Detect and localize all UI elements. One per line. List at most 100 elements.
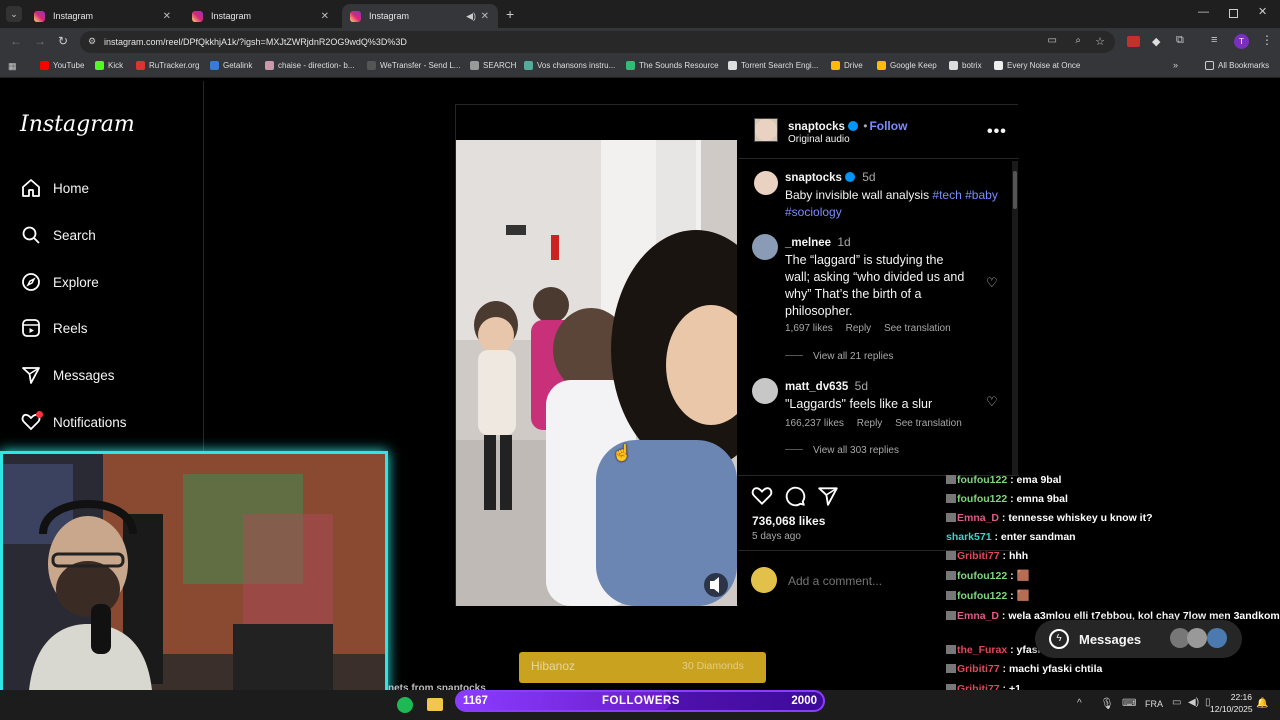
hashtag-link[interactable]: #sociology (785, 205, 842, 219)
chat-username[interactable]: foufou122 (957, 570, 1007, 582)
microphone-icon[interactable]: 🎙 (1100, 697, 1114, 710)
bookmark[interactable]: SEARCH (470, 61, 516, 70)
nav-notifications[interactable]: Notifications (20, 411, 127, 433)
close-window-icon[interactable]: ✕ (1258, 5, 1267, 18)
speaker-icon[interactable]: ◀) (466, 11, 476, 22)
reload-icon[interactable]: ↻ (58, 34, 68, 48)
notification-bell-icon[interactable]: 🔔 (1256, 698, 1268, 709)
bookmark[interactable]: The Sounds Resource (626, 61, 719, 70)
reel-video[interactable] (456, 140, 737, 606)
more-options-icon[interactable]: ••• (987, 123, 1007, 141)
volume-icon[interactable]: ◀) (1188, 697, 1199, 708)
nav-search[interactable]: Search (20, 224, 96, 246)
profile-avatar[interactable]: T (1234, 34, 1249, 49)
browser-tab-active[interactable]: Instagram ◀) ✕ (342, 4, 498, 28)
bookmark[interactable]: Google Keep (877, 61, 937, 70)
chat-username[interactable]: Emna_D (957, 512, 999, 524)
bookmark-star-icon[interactable]: ☆ (1095, 35, 1105, 48)
view-replies[interactable]: View all 303 replies (785, 445, 899, 456)
chat-username[interactable]: shark571 (946, 531, 992, 543)
reply-button[interactable]: Reply (846, 323, 872, 334)
comment-likes[interactable]: 1,697 likes (785, 323, 833, 334)
close-tab-icon[interactable]: ✕ (321, 11, 329, 22)
bookmark[interactable]: Kick (95, 61, 123, 70)
chat-username[interactable]: Gribiti77 (957, 663, 1000, 675)
like-button[interactable] (751, 485, 773, 512)
clock-date[interactable]: 12/10/2025 (1210, 704, 1253, 714)
nav-messages[interactable]: Messages (20, 364, 115, 386)
clock-time[interactable]: 22:16 (1222, 692, 1252, 702)
bookmark[interactable]: Every Noise at Once (994, 61, 1080, 70)
address-bar[interactable]: ⚙ instagram.com/reel/DPfQkkhjA1k/?igsh=M… (80, 31, 1115, 53)
see-translation-button[interactable]: See translation (895, 418, 962, 429)
nav-reels[interactable]: Reels (20, 317, 88, 339)
bookmark[interactable]: Vos chansons instru... (524, 61, 615, 70)
minimize-icon[interactable]: — (1198, 6, 1209, 18)
reply-button[interactable]: Reply (857, 418, 883, 429)
extension-icon[interactable] (1127, 36, 1140, 47)
comment-like-heart-icon[interactable]: ♡ (986, 394, 998, 410)
nav-explore[interactable]: Explore (20, 271, 99, 293)
hashtag-link[interactable]: #baby (965, 188, 998, 202)
close-tab-icon[interactable]: ✕ (163, 11, 171, 22)
bookmark[interactable]: Getalink (210, 61, 252, 70)
original-audio-link[interactable]: Original audio (788, 134, 850, 145)
language-indicator[interactable]: FRA (1145, 699, 1163, 709)
comments-scrollbar[interactable] (1012, 161, 1018, 476)
new-tab-button[interactable]: + (506, 6, 514, 22)
comment-like-heart-icon[interactable]: ♡ (986, 275, 998, 291)
bookmark[interactable]: chaise - direction- b... (265, 61, 354, 70)
reading-list-icon[interactable]: ≡ (1211, 34, 1217, 46)
view-replies[interactable]: View all 21 replies (785, 351, 893, 362)
monitor-icon[interactable]: ▭ (1172, 697, 1181, 708)
more-bookmarks-icon[interactable]: » (1173, 60, 1178, 70)
see-translation-button[interactable]: See translation (884, 323, 951, 334)
cast-icon[interactable]: ▭ (1048, 35, 1057, 46)
chat-username[interactable]: foufou122 (957, 493, 1007, 505)
author-name[interactable]: snaptocks (788, 121, 845, 133)
close-tab-icon[interactable]: ✕ (481, 11, 489, 22)
tray-chevron-icon[interactable]: ^ (1077, 698, 1082, 709)
browser-tab[interactable]: Instagram ✕ (26, 4, 180, 28)
chat-username[interactable]: Emna_D (957, 610, 999, 622)
bookmark[interactable]: WeTransfer - Send L... (367, 61, 460, 70)
nav-home[interactable]: Home (20, 177, 89, 199)
follow-button[interactable]: Follow (869, 119, 907, 133)
keyboard-icon[interactable]: ⌨ (1122, 698, 1136, 709)
comment-button[interactable] (784, 485, 806, 512)
bookmark[interactable]: Drive (831, 61, 863, 70)
author-avatar[interactable] (754, 118, 778, 142)
caption-avatar[interactable] (754, 171, 778, 195)
zoom-icon[interactable]: ⌕ (1075, 35, 1081, 46)
emoji-picker-icon[interactable] (751, 567, 777, 593)
comment-user[interactable]: _melnee (785, 237, 831, 249)
restore-icon[interactable] (1229, 9, 1238, 18)
caption-author[interactable]: snaptocks (785, 172, 842, 184)
commenter-avatar[interactable] (752, 234, 778, 260)
hashtag-link[interactable]: #tech (932, 188, 961, 202)
bookmark[interactable]: botrix (949, 61, 982, 70)
apps-grid-icon[interactable]: ▦ (8, 61, 17, 72)
bookmark[interactable]: RuTracker.org (136, 61, 199, 70)
comment-likes[interactable]: 166,237 likes (785, 418, 844, 429)
all-bookmarks[interactable]: All Bookmarks (1205, 61, 1269, 70)
share-button[interactable] (817, 485, 839, 512)
site-info-icon[interactable]: ⚙ (88, 36, 96, 47)
bookmark[interactable]: Torrent Search Engi... (728, 61, 818, 70)
bookmark[interactable]: YouTube (40, 61, 84, 70)
chat-username[interactable]: foufou122 (957, 590, 1007, 602)
chat-username[interactable]: foufou122 (957, 474, 1007, 486)
comment-user[interactable]: matt_dv635 (785, 381, 848, 393)
extension-icon[interactable]: ◆ (1152, 35, 1160, 48)
commenter-avatar[interactable] (752, 378, 778, 404)
back-icon[interactable]: ← (10, 34, 22, 48)
extensions-puzzle-icon[interactable]: ⧉ (1176, 34, 1184, 47)
messages-pill[interactable]: ϟ Messages (1035, 620, 1242, 658)
browser-tab[interactable]: Instagram ✕ (184, 4, 338, 28)
file-explorer-icon[interactable] (427, 698, 443, 711)
tab-list-chevron-icon[interactable]: ⌄ (6, 6, 22, 22)
chat-username[interactable]: the_Furax (957, 644, 1007, 656)
likes-count[interactable]: 736,068 likes (752, 514, 825, 528)
browser-menu-icon[interactable]: ⋮ (1261, 33, 1273, 47)
chat-username[interactable]: Gribiti77 (957, 550, 1000, 562)
